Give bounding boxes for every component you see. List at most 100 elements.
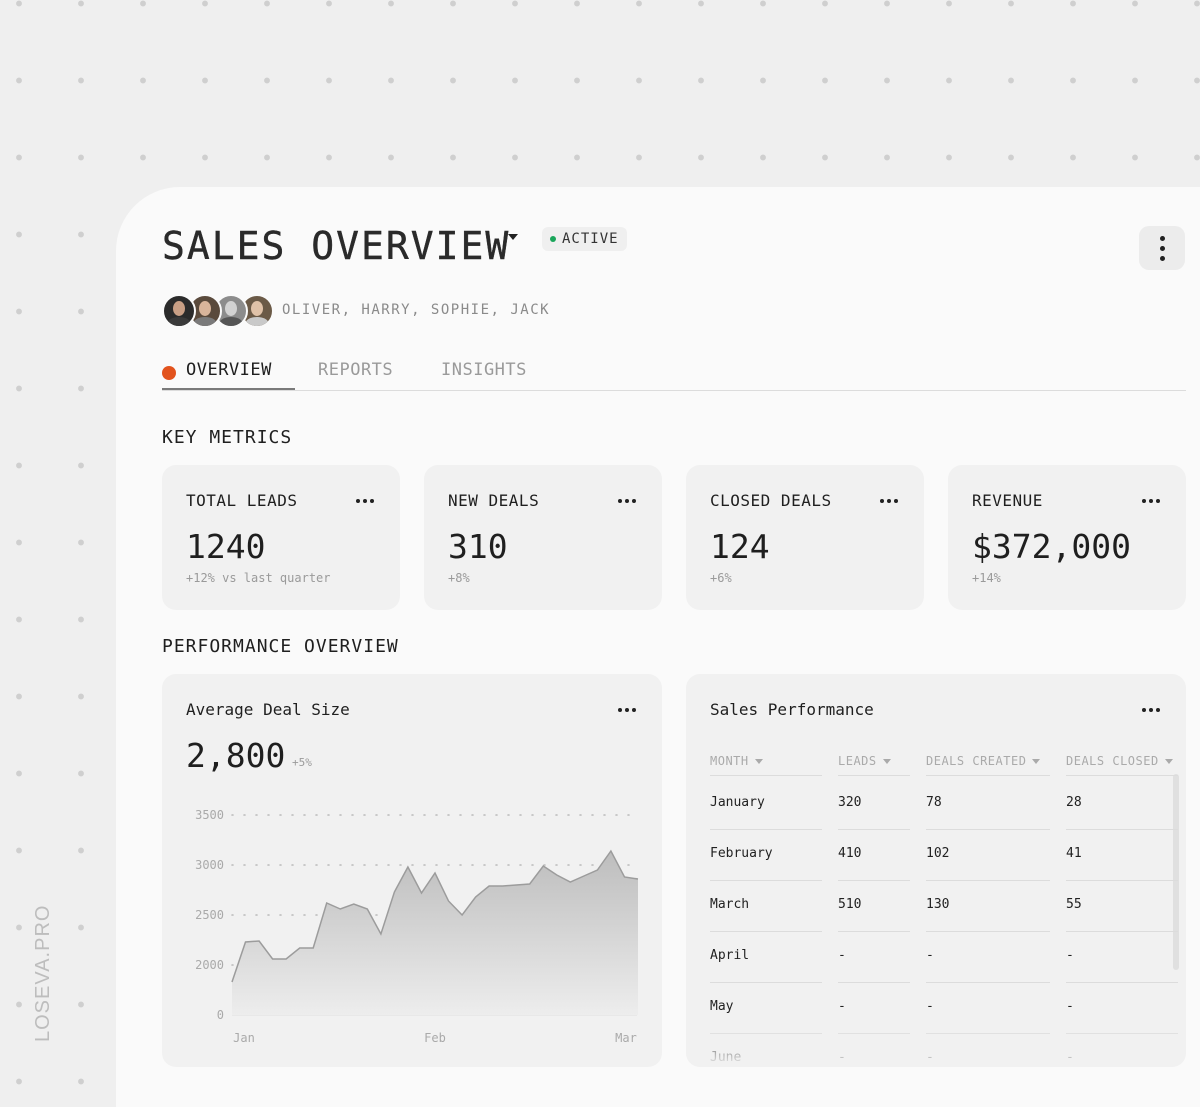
row-divider [710, 880, 822, 881]
row-divider [838, 931, 910, 932]
metric-label: REVENUE [972, 491, 1043, 510]
table-cell: 41 [1066, 846, 1082, 861]
header-divider [838, 775, 910, 776]
y-tick-label: 2500 [195, 908, 224, 922]
sort-caret-icon [882, 758, 891, 764]
metric-card-new-deals: NEW DEALS 310 +8% [424, 465, 662, 610]
avatar-group[interactable] [162, 294, 274, 328]
card-menu-icon[interactable] [618, 499, 636, 503]
tab-label: REPORTS [318, 360, 394, 380]
metric-value: 124 [710, 527, 770, 566]
tab-bar: OVERVIEW REPORTS INSIGHTS [162, 357, 1186, 391]
active-dot-icon [162, 366, 176, 380]
table-cell: February [710, 846, 773, 861]
row-divider [838, 880, 910, 881]
metric-value: 310 [448, 527, 508, 566]
team-members: OLIVER, HARRY, SOPHIE, JACK [282, 302, 551, 318]
card-menu-icon[interactable] [356, 499, 374, 503]
table-cell: 130 [926, 897, 950, 912]
status-dot-icon [550, 236, 556, 242]
row-divider [838, 829, 910, 830]
table-cell: 28 [1066, 795, 1082, 810]
column-header[interactable]: DEALS CREATED [926, 754, 1041, 768]
status-label: ACTIVE [562, 231, 619, 247]
metric-change: +8% [448, 571, 470, 585]
more-options-button[interactable] [1139, 226, 1185, 270]
metric-label: CLOSED DEALS [710, 491, 832, 510]
page-title: SALES OVERVIEW [162, 224, 511, 268]
header-divider [710, 775, 822, 776]
watermark: LOSEVA.PRO [32, 904, 54, 1042]
y-tick-label: 3500 [195, 808, 224, 822]
table-cell: - [838, 999, 846, 1014]
table-cell: - [926, 999, 934, 1014]
column-header-label: DEALS CLOSED [1066, 754, 1159, 768]
table-cell: 102 [926, 846, 950, 861]
header-divider [1066, 775, 1178, 776]
table-cell: April [710, 948, 750, 963]
metric-change: +6% [710, 571, 732, 585]
y-tick-label: 0 [217, 1008, 224, 1022]
card-menu-icon[interactable] [880, 499, 898, 503]
sort-caret-icon [1032, 758, 1041, 764]
avg-deal-size-panel: Average Deal Size 2,800 +5% 3500 3000 2500… [162, 674, 662, 1067]
table-cell: - [1066, 948, 1074, 963]
x-tick-label: Mar [615, 1031, 637, 1045]
card-menu-icon[interactable] [1142, 499, 1160, 503]
row-divider [710, 982, 822, 983]
metric-value: $372,000 [972, 527, 1131, 566]
tab-overview[interactable]: OVERVIEW [162, 360, 272, 380]
performance-heading: PERFORMANCE OVERVIEW [162, 636, 399, 657]
panel-menu-icon[interactable] [1142, 708, 1160, 712]
avatar[interactable] [162, 294, 196, 328]
key-metrics-heading: KEY METRICS [162, 427, 293, 448]
row-divider [710, 829, 822, 830]
column-header-label: DEALS CREATED [926, 754, 1027, 768]
table-cell: January [710, 795, 765, 810]
kebab-dot [1159, 255, 1165, 261]
metric-card-revenue: REVENUE $372,000 +14% [948, 465, 1186, 610]
metric-change: +12% vs last quarter [186, 571, 331, 585]
row-divider [926, 829, 1050, 830]
tab-insights[interactable]: INSIGHTS [441, 360, 527, 380]
column-header[interactable]: MONTH [710, 754, 763, 768]
x-tick-label: Jan [233, 1031, 255, 1045]
metric-label: NEW DEALS [448, 491, 540, 510]
avg-deal-size-chart: 3500 3000 2500 2000 0 Jan Feb Mar [195, 808, 639, 1045]
status-badge: ACTIVE [542, 227, 627, 251]
header-divider [926, 775, 1050, 776]
sort-caret-icon [754, 758, 763, 764]
row-divider [710, 931, 822, 932]
sort-caret-icon [1164, 758, 1173, 764]
dashboard-card: SALES OVERVIEW ACTIVE OLIVER, HARRY, SOP… [116, 187, 1200, 1107]
row-divider [926, 982, 1050, 983]
row-divider [926, 931, 1050, 932]
row-divider [838, 982, 910, 983]
table-cell: - [926, 948, 934, 963]
row-divider [926, 880, 1050, 881]
metric-card-closed-deals: CLOSED DEALS 124 +6% [686, 465, 924, 610]
metric-change: +14% [972, 571, 1001, 585]
kebab-dot [1159, 235, 1165, 241]
table-cell: 320 [838, 795, 862, 810]
metric-label: TOTAL LEADS [186, 491, 298, 510]
column-header[interactable]: DEALS CLOSED [1066, 754, 1173, 768]
table-cell: 78 [926, 795, 942, 810]
table-cell: 510 [838, 897, 862, 912]
series-area [232, 851, 638, 1015]
column-header-label: MONTH [710, 754, 749, 768]
active-tab-indicator [162, 388, 295, 390]
sales-performance-panel: Sales Performance MONTH LEADS DEALS CREATE… [686, 674, 1186, 1067]
table-cell: - [1066, 999, 1074, 1014]
row-divider [1066, 982, 1178, 983]
column-header[interactable]: LEADS [838, 754, 891, 768]
title-dropdown-icon[interactable] [508, 234, 518, 240]
row-divider [1066, 829, 1178, 830]
table-fade [686, 1024, 1186, 1067]
x-tick-label: Feb [424, 1031, 446, 1045]
table-scrollbar[interactable] [1173, 774, 1179, 970]
tab-reports[interactable]: REPORTS [318, 360, 393, 380]
table-cell: March [710, 897, 750, 912]
metric-card-total-leads: TOTAL LEADS 1240 +12% vs last quarter [162, 465, 400, 610]
table-cell: 410 [838, 846, 862, 861]
